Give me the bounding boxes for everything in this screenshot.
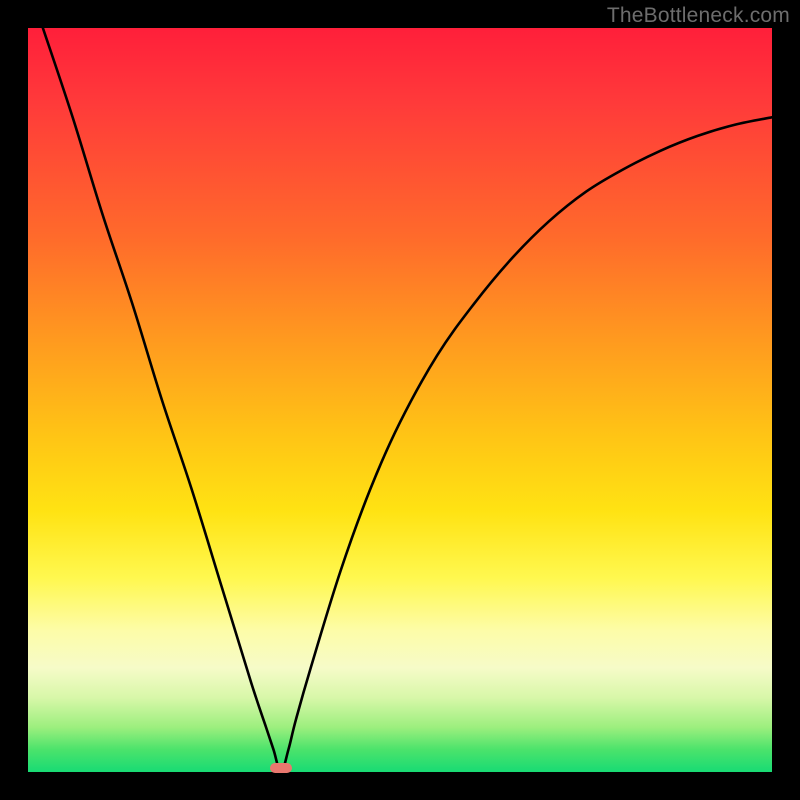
bottleneck-curve [28,28,772,772]
plot-area [28,28,772,772]
minimum-marker [270,763,292,773]
watermark-text: TheBottleneck.com [607,4,790,28]
chart-frame: TheBottleneck.com [0,0,800,800]
